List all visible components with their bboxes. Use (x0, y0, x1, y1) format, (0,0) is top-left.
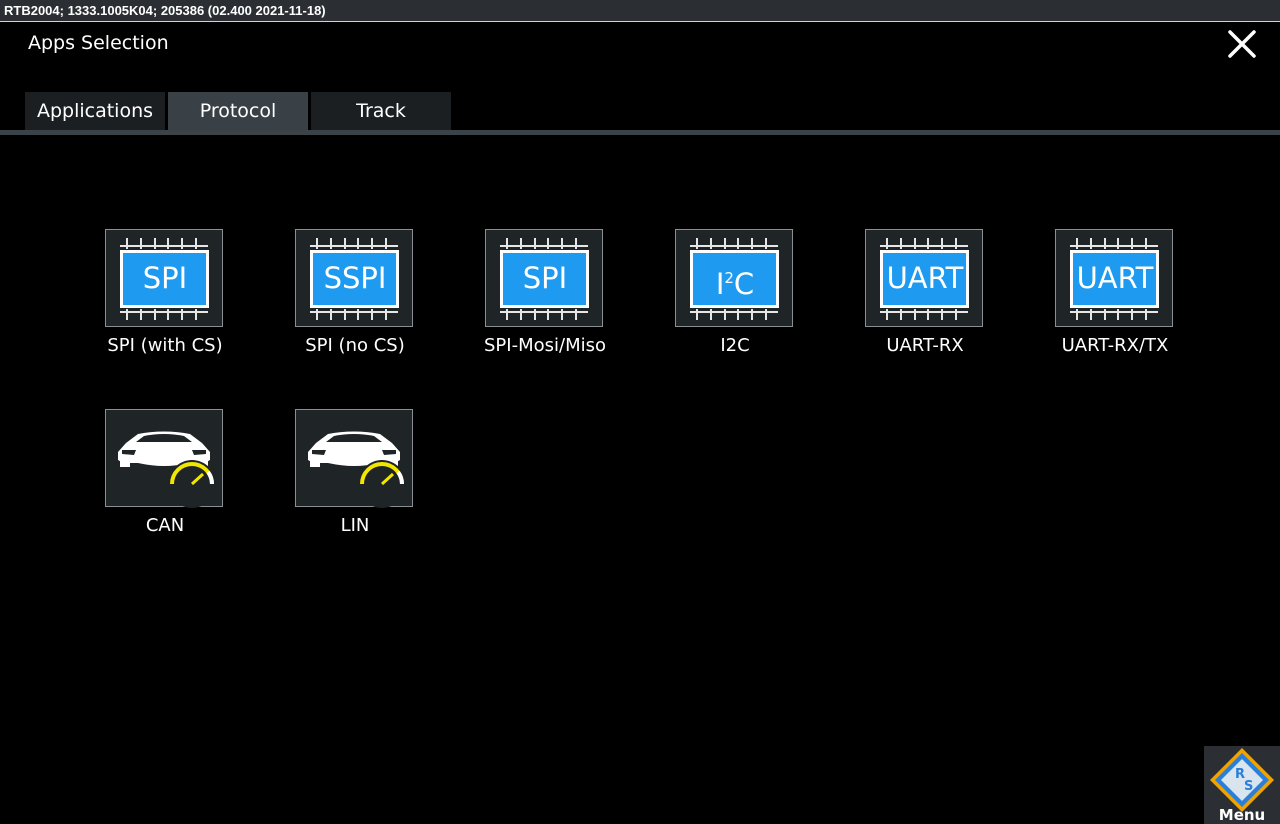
tab-label: Applications (36, 100, 154, 122)
app-label: UART-RX (886, 335, 964, 356)
app-tile (295, 409, 413, 508)
tab-track[interactable]: Track (311, 92, 451, 130)
chip-text: UART (886, 261, 964, 295)
car-speedometer-icon (308, 431, 406, 508)
app-tile: I2C (675, 229, 793, 327)
chip-text-suffix: C (733, 267, 755, 301)
tab-underline (0, 130, 1280, 135)
app-uart-rx[interactable]: UART UART-RX (845, 229, 1005, 369)
app-tile: SSPI (295, 229, 413, 327)
dialog-title: Apps Selection (28, 32, 169, 54)
app-lin[interactable]: LIN (275, 409, 435, 549)
app-label: I2C (720, 335, 750, 356)
app-i2c[interactable]: I2C I2C (655, 229, 815, 369)
app-tile (105, 409, 223, 508)
car-wheel-left (120, 460, 130, 467)
chip-text-superscript: 2 (724, 269, 734, 287)
menu-label: Menu (1218, 806, 1266, 824)
close-icon (1228, 30, 1256, 58)
chip-text: UART (1076, 261, 1154, 295)
chip-text: I2C (676, 256, 794, 306)
instrument-info-text: RTB2004; 1333.1005K04; 205386 (02.400 20… (4, 3, 326, 18)
app-label: UART-RX/TX (1061, 335, 1169, 356)
app-label: SPI (with CS) (107, 335, 223, 356)
tab-label: Protocol (199, 100, 277, 122)
app-can[interactable]: CAN (85, 409, 245, 549)
app-spi-no-cs[interactable]: SSPI SPI (no CS) (275, 229, 435, 369)
app-label: SPI-Mosi/Miso (484, 335, 606, 356)
car-wheel-left (310, 460, 320, 467)
chip-text: SPI (142, 261, 188, 295)
chip-text: SSPI (323, 261, 387, 295)
tab-applications[interactable]: Applications (25, 92, 165, 130)
tab-protocol[interactable]: Protocol (168, 92, 308, 130)
logo-letter-s: S (1244, 779, 1254, 794)
app-uart-rx-tx[interactable]: UART UART-RX/TX (1035, 229, 1195, 369)
menu-button[interactable]: R S Menu (1204, 746, 1280, 824)
app-label: CAN (145, 515, 185, 536)
app-tile: UART (865, 229, 983, 327)
app-label: SPI (no CS) (305, 335, 405, 356)
app-tile: UART (1055, 229, 1173, 327)
app-spi-mosi-miso[interactable]: SPI SPI-Mosi/Miso (465, 229, 625, 369)
apps-selection-screen: RTB2004; 1333.1005K04; 205386 (02.400 20… (0, 0, 1280, 824)
instrument-titlebar: RTB2004; 1333.1005K04; 205386 (02.400 20… (0, 0, 1280, 22)
close-button[interactable] (1224, 26, 1260, 62)
app-spi-with-cs[interactable]: SPI SPI (with CS) (85, 229, 245, 369)
chip-text: SPI (522, 261, 568, 295)
app-tile: SPI (105, 229, 223, 327)
tab-label: Track (356, 100, 406, 122)
app-tile: SPI (485, 229, 603, 327)
app-label: LIN (340, 515, 370, 536)
car-speedometer-icon (118, 431, 216, 508)
